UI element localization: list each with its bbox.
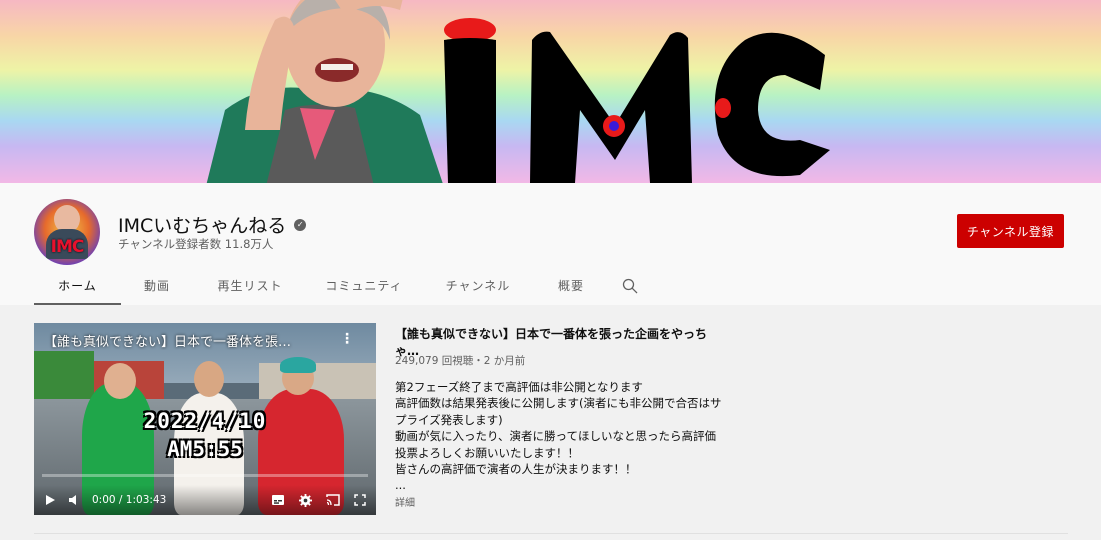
channel-banner	[0, 0, 1101, 183]
video-person-head	[104, 363, 136, 399]
featured-video-player[interactable]: 【誰も真似できない】日本で一番体を張… ⋮ 2022/4/10 AM5:55 0…	[34, 323, 376, 515]
channel-avatar[interactable]: IMC	[34, 199, 100, 265]
tab-videos[interactable]: 動画	[121, 266, 193, 305]
description-line: ...	[395, 478, 406, 493]
channel-header: IMC IMCいむちゃんねる ✓ チャンネル登録者数 11.8万人 チャンネル登…	[0, 183, 1101, 305]
search-icon	[622, 278, 638, 293]
settings-icon[interactable]	[299, 493, 312, 507]
video-overlay-time: AM5:55	[167, 437, 243, 461]
video-person-head	[194, 361, 224, 397]
progress-bar[interactable]	[42, 474, 368, 477]
home-content: 【誰も真似できない】日本で一番体を張… ⋮ 2022/4/10 AM5:55 0…	[0, 305, 1101, 540]
channel-tabs: ホーム 動画 再生リスト コミュニティ チャンネル 概要	[34, 266, 653, 305]
subtitles-icon[interactable]	[271, 494, 285, 506]
avatar-logo-text: IMC	[50, 237, 85, 257]
description-line: 投票よろしくお願いいたします！！	[395, 445, 579, 460]
player-video-title[interactable]: 【誰も真似できない】日本で一番体を張…	[44, 331, 339, 350]
player-controls: 0:00 / 1:03:43	[34, 485, 376, 515]
volume-icon[interactable]	[68, 494, 80, 506]
banner-imc-logo	[444, 18, 830, 183]
verified-badge-icon: ✓	[294, 218, 307, 231]
tab-community[interactable]: コミュニティ	[307, 266, 421, 305]
section-divider	[34, 533, 1068, 534]
tab-about[interactable]: 概要	[535, 266, 607, 305]
kebab-menu-icon[interactable]: ⋮	[340, 331, 354, 347]
featured-video-meta: 249,079 回視聴・2 か月前	[395, 355, 526, 367]
video-overlay-date: 2022/4/10	[143, 409, 267, 433]
video-building	[34, 351, 94, 399]
channel-name-text: IMCいむちゃんねる	[118, 215, 287, 237]
banner-person-image	[206, 0, 443, 183]
tab-home[interactable]: ホーム	[34, 266, 121, 305]
tab-playlists[interactable]: 再生リスト	[193, 266, 307, 305]
fullscreen-icon[interactable]	[354, 494, 366, 506]
cast-icon[interactable]	[326, 494, 340, 506]
channel-name: IMCいむちゃんねる ✓	[118, 211, 307, 238]
subscribe-button[interactable]: チャンネル登録	[957, 214, 1064, 248]
subscriber-count: チャンネル登録者数 11.8万人	[118, 237, 274, 251]
tab-channels[interactable]: チャンネル	[421, 266, 535, 305]
description-line: 第2フェーズ終了まで高評価は非公開となります	[395, 380, 643, 394]
description-line: 動画が気に入ったり、演者に勝ってほしいなと思ったら高評価	[395, 429, 716, 444]
description-line: 皆さんの高評価で演者の人生が決まります！！	[395, 462, 637, 477]
time-display: 0:00 / 1:03:43	[92, 494, 167, 506]
play-icon[interactable]	[44, 494, 56, 506]
description-line: 高評価数は結果発表後に公開します(演者にも非公開で合否はサ	[395, 396, 722, 411]
tab-search[interactable]	[607, 266, 653, 305]
more-details-link[interactable]: 詳細	[395, 494, 415, 509]
video-person-hair	[280, 357, 316, 373]
player-controls-right	[271, 493, 366, 507]
description-line: プライズ発表します)	[395, 412, 503, 427]
featured-video-description: 第2フェーズ終了まで高評価は非公開となります 高評価数は結果発表後に公開します(…	[395, 379, 725, 494]
